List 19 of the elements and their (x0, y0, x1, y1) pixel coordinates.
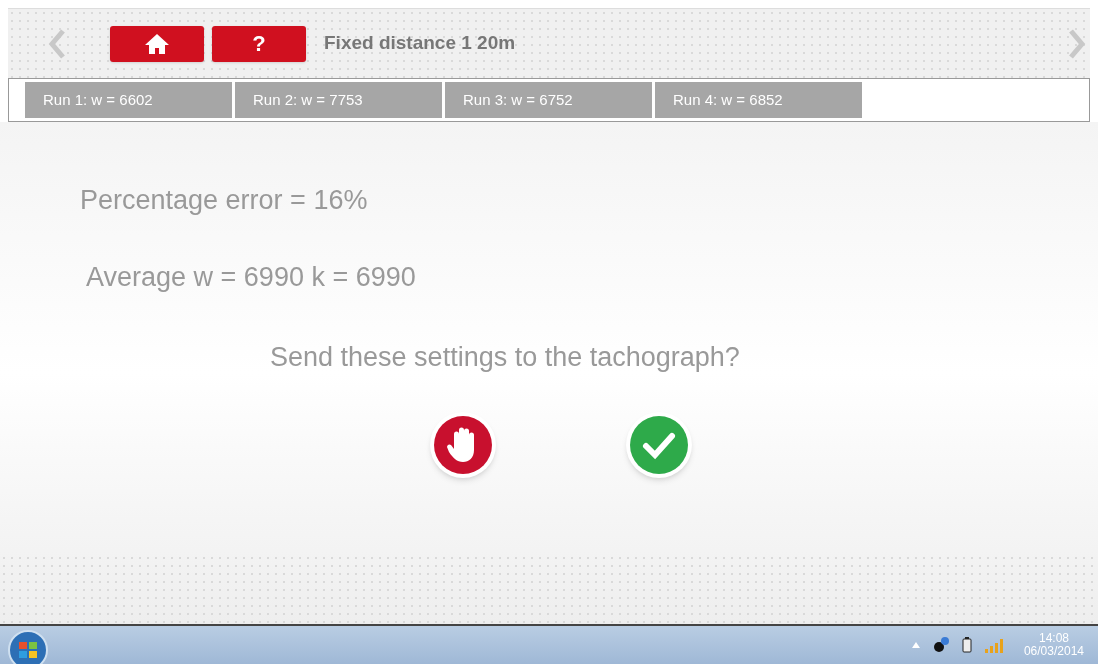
confirm-button[interactable] (626, 411, 692, 478)
clock-time: 14:08 (1038, 632, 1069, 645)
home-button[interactable] (110, 25, 204, 62)
stop-hand-icon (434, 415, 492, 474)
help-button[interactable]: ? (212, 25, 306, 62)
average-text: Average w = 6990 k = 6990 (86, 260, 417, 294)
page-title: Fixed distance 1 20m (324, 31, 516, 56)
home-icon (144, 32, 170, 55)
question-text: Send these settings to the tachograph? (270, 341, 741, 374)
run-tab[interactable]: Run 4: w = 6852 (655, 82, 862, 118)
run-tab[interactable]: Run 1: w = 6602 (25, 82, 232, 118)
start-orb-icon[interactable] (8, 630, 48, 664)
cancel-button[interactable] (430, 411, 496, 478)
run-tab[interactable]: Run 3: w = 6752 (445, 82, 652, 118)
run-tab[interactable]: Run 2: w = 7753 (235, 82, 442, 118)
battery-icon[interactable] (961, 637, 972, 653)
check-icon (630, 415, 688, 474)
percentage-error-text: Percentage error = 16% (80, 184, 369, 217)
clock-date: 06/03/2014 (1023, 645, 1084, 658)
